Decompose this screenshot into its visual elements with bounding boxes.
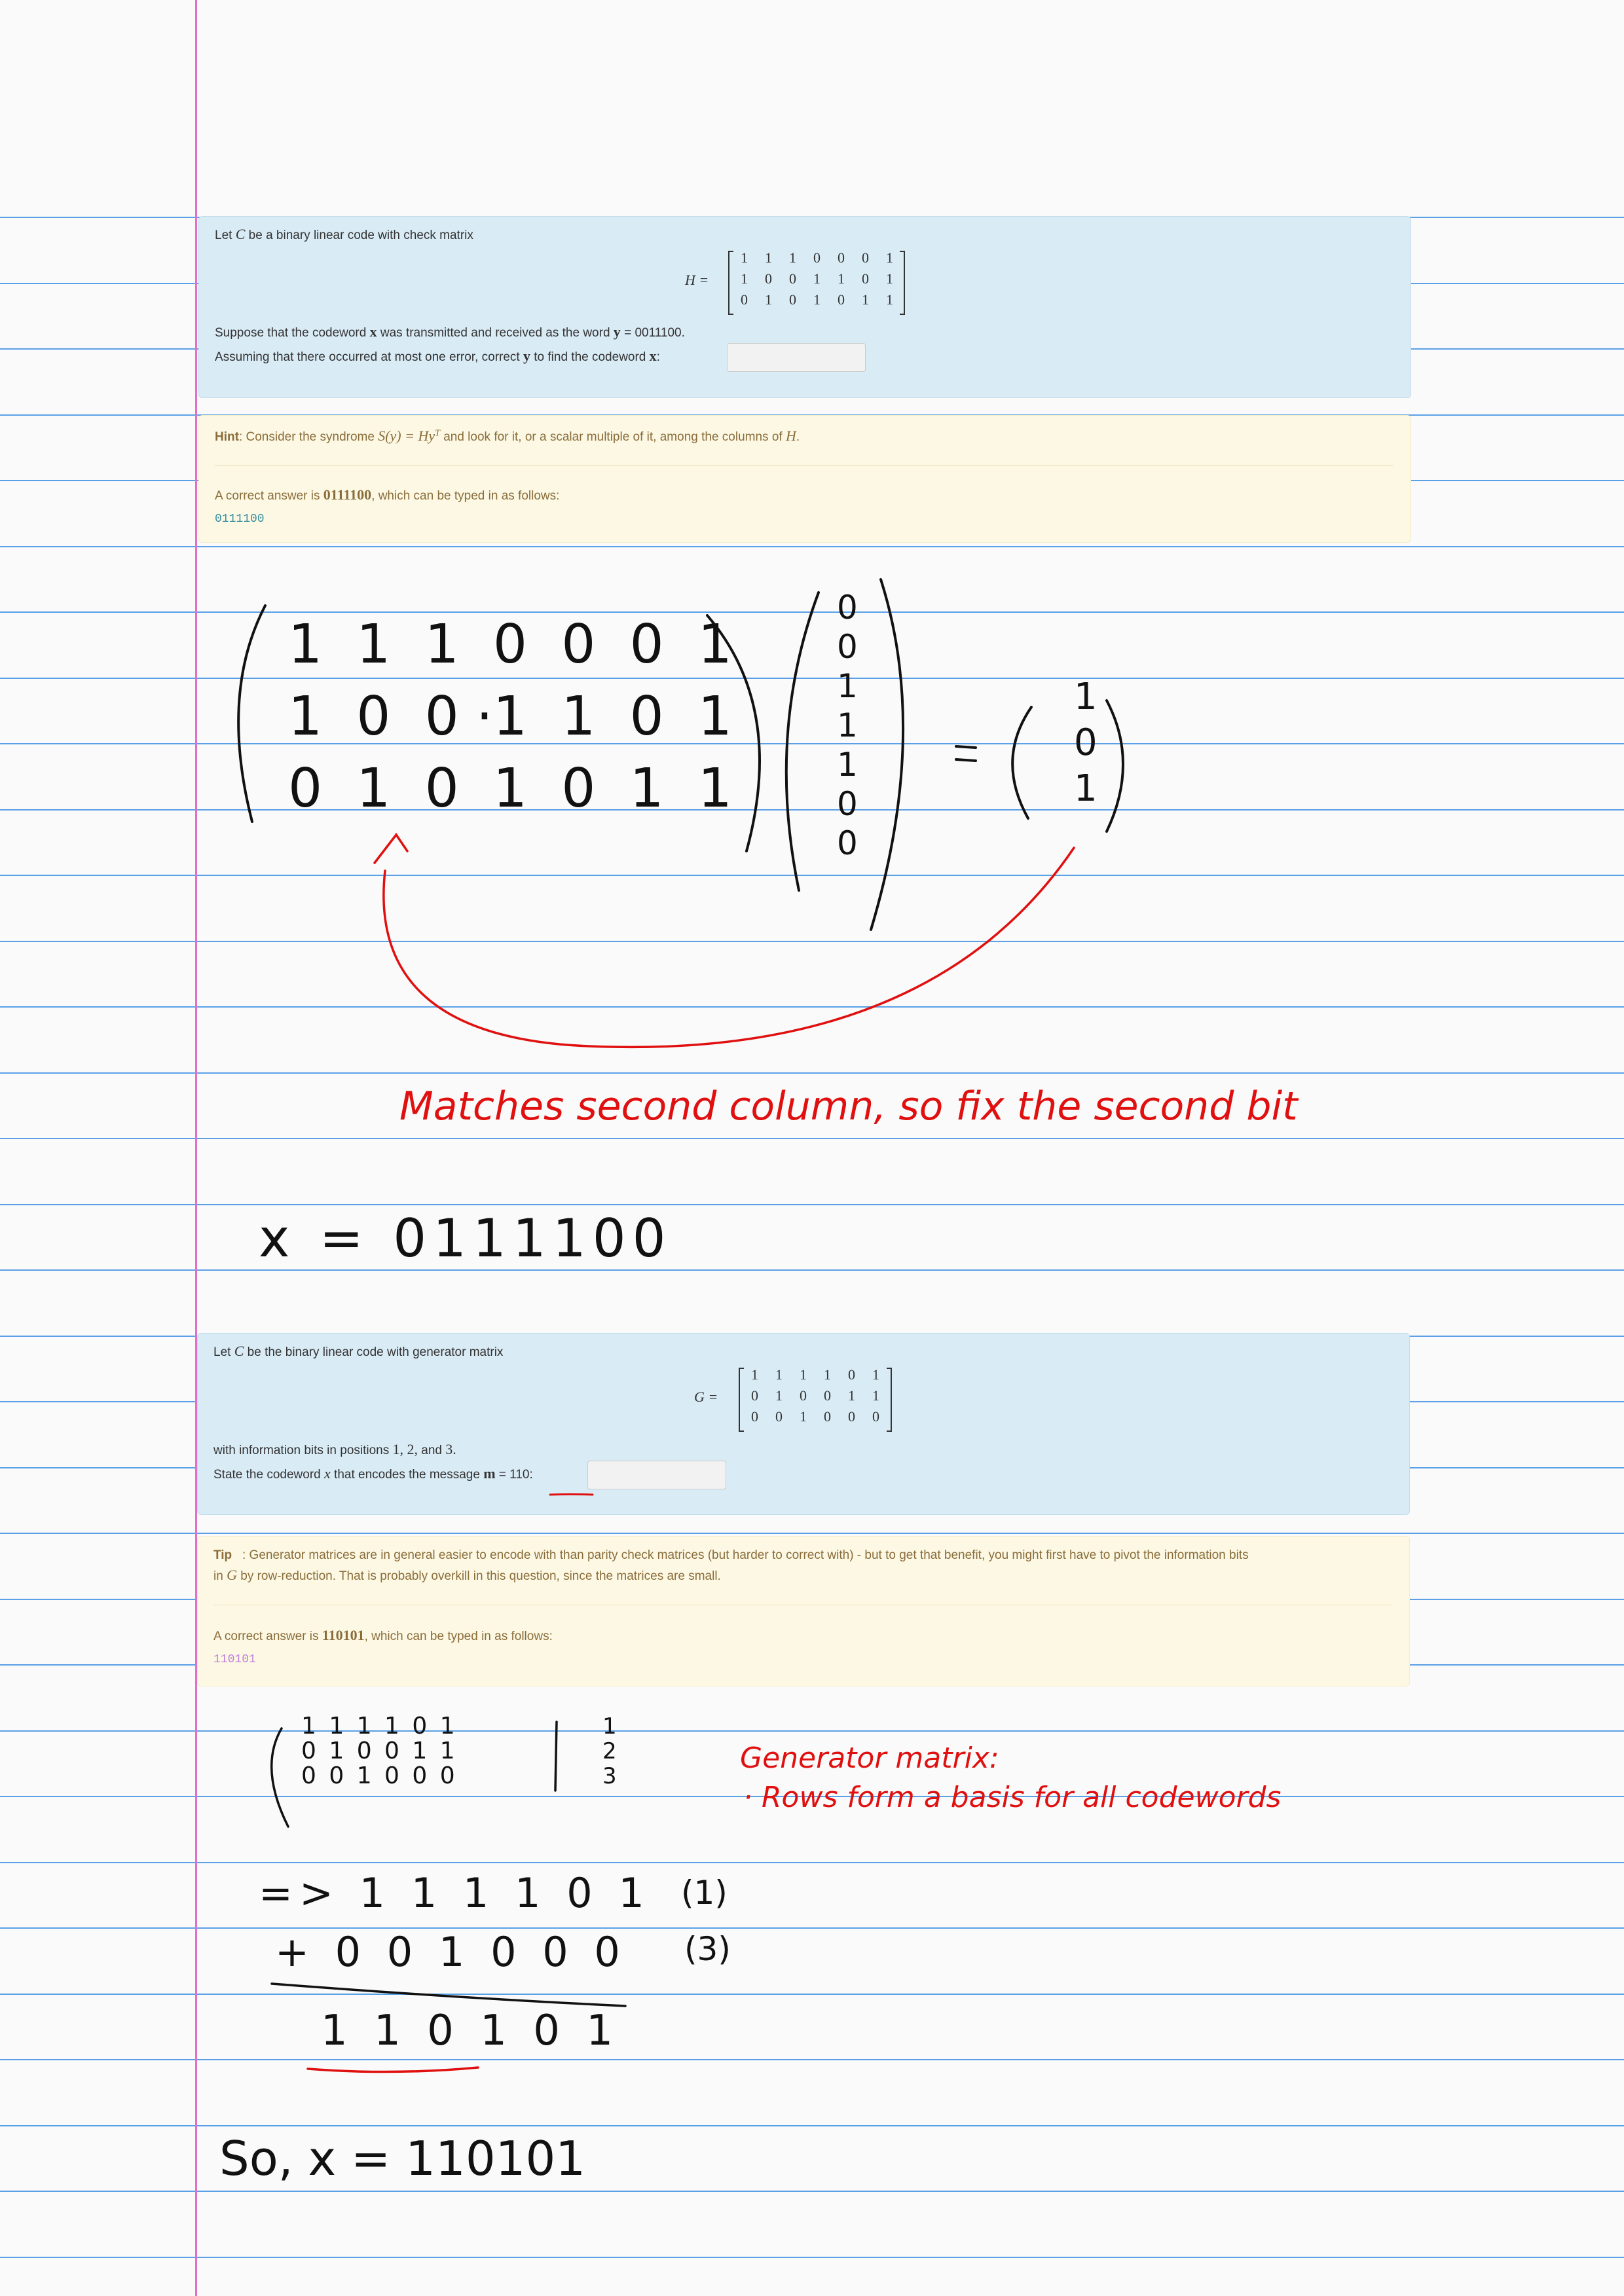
sum-row-1: => 1 1 1 1 0 1 <box>259 1869 651 1917</box>
equals-sign <box>955 745 977 762</box>
sum-row-2-tag: (3) <box>684 1930 731 1968</box>
vector-entry: 1 <box>837 746 858 784</box>
generator-sketch-row: 0 0 1 0 0 0 <box>301 1762 458 1789</box>
vector-entry: 0 <box>837 824 858 862</box>
final-answer: So, x = 110101 <box>219 2131 586 2186</box>
gen-right-paren <box>554 1721 558 1792</box>
row-tag: 2 <box>602 1738 617 1764</box>
x-result: x = 0111100 <box>259 1208 673 1269</box>
result-left-paren <box>1011 706 1033 820</box>
syndrome-matrix-row: 1 1 1 0 0 0 1 <box>288 613 732 676</box>
sum-bar <box>270 1982 627 2007</box>
red-arrow-curve <box>382 847 1075 1049</box>
row-tag: 3 <box>602 1763 617 1789</box>
gen-left-paren <box>270 1727 289 1828</box>
syn-matrix-left-paren <box>237 604 267 823</box>
sum-row-2: + 0 0 1 0 0 0 <box>275 1928 627 1976</box>
row-tag: 1 <box>602 1713 617 1740</box>
result-entry: 1 <box>1074 767 1098 810</box>
result-entry: 1 <box>1074 676 1098 718</box>
generator-matrix-sketch: 1 1 1 1 0 10 1 0 0 1 10 0 1 0 0 0 <box>301 1714 458 1789</box>
vector-entry: 1 <box>837 667 858 705</box>
y-vec-left-paren <box>784 591 820 892</box>
handwriting-strokes <box>237 578 1124 2073</box>
matches-note: Matches second column, so fix the second… <box>399 1084 1298 1129</box>
red-arrow-head <box>373 833 409 864</box>
generator-bullet: · Rows form a basis for all codewords <box>743 1781 1282 1814</box>
y-vec-right-paren <box>870 578 905 931</box>
vector-entry: 1 <box>837 706 858 744</box>
generator-row-tags: 123 <box>602 1714 617 1789</box>
syndrome-result-vector: 101 <box>1074 674 1098 812</box>
sum-result: 1 1 0 1 0 1 <box>321 2007 620 2055</box>
vector-entry: 0 <box>837 785 858 823</box>
result-entry: 0 <box>1074 721 1098 764</box>
syndrome-matrix-row: 0 1 0 1 0 1 1 <box>288 757 732 820</box>
sum-row-1-tag: (1) <box>681 1874 728 1912</box>
syndrome-matrix-rows: 1 1 1 0 0 0 1 1 0 0 ·1 1 0 1 0 1 0 1 0 1 1 <box>288 609 732 825</box>
generator-sketch-row: 1 1 1 1 0 1 <box>301 1713 458 1740</box>
vector-entry: 0 <box>837 589 858 627</box>
result-right-paren <box>1105 699 1124 833</box>
sum-red-underline <box>306 2066 479 2073</box>
syndrome-matrix-row: 1 0 0 ·1 1 0 1 <box>288 685 732 748</box>
generator-title: Generator matrix: <box>740 1741 999 1775</box>
received-word-vector: 0011100 <box>837 588 858 863</box>
generator-sketch-row: 0 1 0 0 1 1 <box>301 1738 458 1764</box>
vector-entry: 0 <box>837 628 858 666</box>
